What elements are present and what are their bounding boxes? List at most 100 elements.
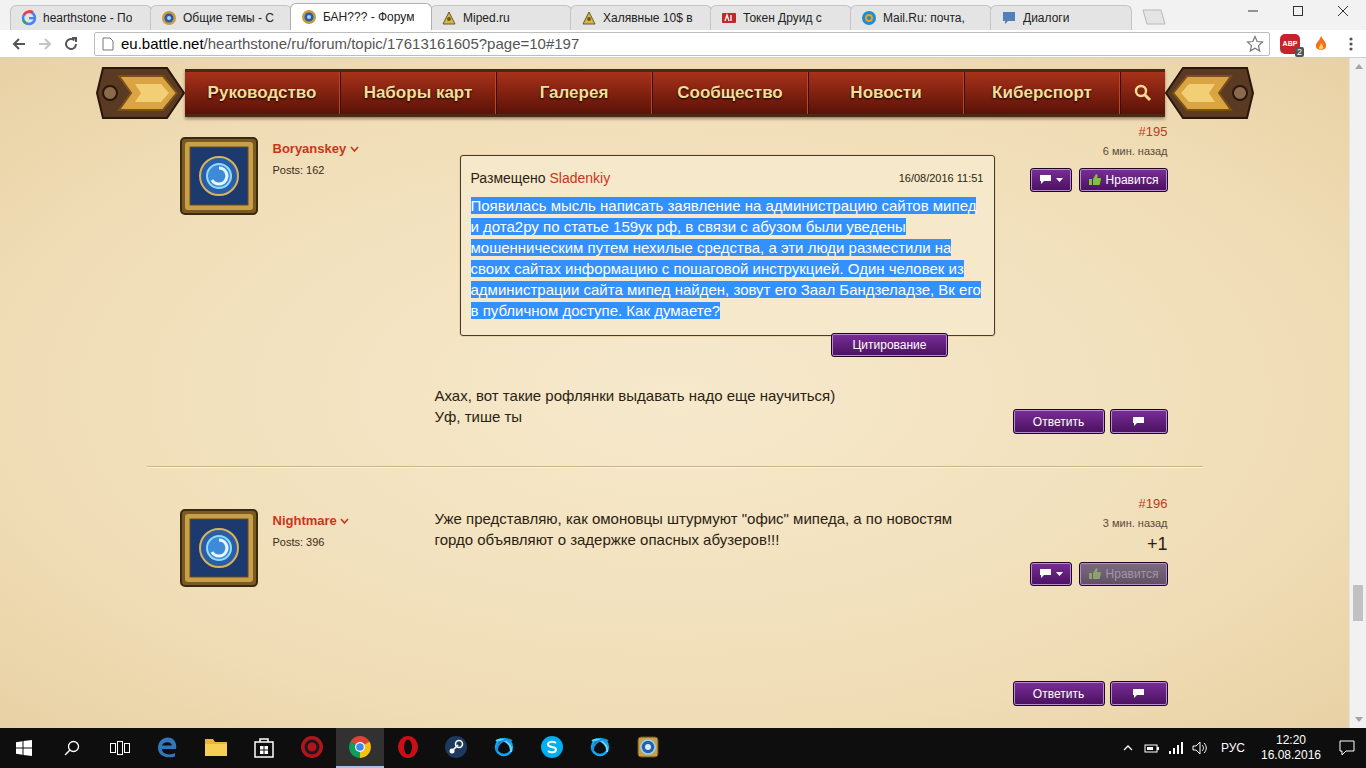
browser-tab[interactable]: Общие темы - С [150,5,292,30]
quote-button[interactable]: Цитирование [831,333,947,357]
browser-tab[interactable]: hearthstone - По [10,5,152,30]
author-name[interactable]: Nightmare [273,511,337,531]
menu-dots-icon[interactable] [1336,31,1366,57]
clock[interactable]: 12:2016.08.2016 [1254,733,1328,763]
nav-item[interactable]: Новости [809,72,965,114]
taskbar-app[interactable] [336,728,384,768]
reply-button[interactable]: Ответить [1013,409,1105,434]
post-time: 6 мин. назад [1103,143,1168,160]
taskbar-app[interactable] [192,728,240,768]
nav-item[interactable]: Галерея [497,72,653,114]
input-language[interactable]: РУС [1212,739,1254,757]
taskbar-app[interactable] [624,728,672,768]
forward-arrow-icon[interactable] [32,31,58,57]
extension-flame-icon[interactable] [1306,31,1336,57]
taskbar-app[interactable] [528,728,576,768]
browser-tab[interactable]: Халявные 10$ в [570,5,712,30]
new-tab-icon[interactable] [1138,8,1168,26]
address-bar[interactable]: eu.battle.net/hearthstone/ru/forum/topic… [94,32,1270,56]
bookmark-star-icon[interactable] [1245,34,1265,54]
browser-tab[interactable]: Mail.Ru: почта, [850,5,992,30]
taskbar-app[interactable] [240,728,288,768]
hearthstone-avatar-icon[interactable] [180,509,258,587]
close-icon[interactable] [1320,0,1366,22]
post-text: Уже представляю, как омоновцы штурмуют "… [435,508,995,550]
browser-tab[interactable]: БАН??? - Форум [290,3,432,30]
taskbar-app[interactable] [144,728,192,768]
tab-label: Диалоги [1023,9,1069,27]
reply-label: Ответить [1033,413,1084,431]
task-view-icon[interactable] [96,728,144,768]
like-button[interactable]: Нравится [1079,562,1168,586]
post-author: Nightmare Posts: 396 [147,497,435,706]
browser-tab[interactable]: Токен Друид с [710,5,852,30]
nav-item[interactable]: Киберспорт [965,72,1121,114]
comment-dropdown[interactable] [1030,168,1072,192]
chevron-down-icon[interactable] [349,145,359,153]
tab-label: Токен Друид с [743,9,822,27]
site-nav-wrap: РуководствоНаборы картГалереяСообщество Н… [0,58,1349,124]
minimize-icon[interactable] [1230,0,1275,22]
site-favicon-icon [21,10,37,26]
nav-item-label: Киберспорт [992,80,1092,106]
search-icon[interactable] [48,728,96,768]
comment-bubble-icon [1132,688,1145,699]
reload-icon[interactable] [58,31,84,57]
taskbar-app[interactable] [576,728,624,768]
notification-icon[interactable] [1328,728,1366,768]
comment-button[interactable] [1110,409,1168,434]
chevron-up-icon[interactable] [1116,728,1140,768]
post-text-line: Уф, тише ты [435,406,995,427]
battery-icon[interactable] [1140,728,1164,768]
clock-date: 16.08.2016 [1261,748,1321,763]
scroll-up-icon[interactable] [1350,58,1366,75]
comment-button[interactable] [1110,681,1168,706]
maximize-icon[interactable] [1275,0,1320,22]
taskbar-app[interactable] [384,728,432,768]
post-meta: #1963 мин. назад+1НравитсяОтветить [995,497,1203,706]
comment-bubble-icon [1039,568,1052,579]
scrollbar[interactable] [1349,58,1366,728]
post-number[interactable]: #195 [1139,125,1168,139]
url-host: eu.battle.net [121,35,204,52]
taskbar-app[interactable] [480,728,528,768]
like-label: Нравится [1106,171,1159,189]
battlenet-app-icon [491,734,517,760]
taskbar-app[interactable] [288,728,336,768]
taskbar-app[interactable] [432,728,480,768]
volume-icon[interactable] [1188,728,1212,768]
post-text: Ахах, вот такие рофлянки выдавать надо е… [435,385,995,427]
chevron-down-icon[interactable] [340,517,350,525]
forum-post: BoryanskeyPosts: 162РазмещеноSladenkiy16… [147,124,1203,466]
like-label: Нравится [1106,565,1159,583]
quote-author[interactable]: Sladenkiy [550,168,611,189]
post-number[interactable]: #196 [1139,497,1168,511]
hearthstone-avatar-icon[interactable] [180,137,258,215]
adblock-button[interactable]: ABP2 [1274,31,1306,57]
tab-label: Общие темы - С [183,9,274,27]
scroll-down-icon[interactable] [1350,711,1366,728]
nav-item[interactable]: Сообщество [653,72,809,114]
author-name[interactable]: Boryanskey [273,139,347,159]
author-name-row[interactable]: Nightmare [273,511,350,531]
back-arrow-icon[interactable] [6,31,32,57]
like-button[interactable]: Нравится [1079,168,1168,192]
browser-tab[interactable]: Диалоги [990,5,1132,30]
reply-button[interactable]: Ответить [1013,681,1105,706]
scroll-thumb[interactable] [1353,585,1363,621]
search-icon[interactable] [1121,72,1165,114]
browser-tab[interactable]: Miped.ru [430,5,572,30]
comment-bubble-icon [1039,174,1052,185]
nav-item[interactable]: Наборы карт [341,72,497,114]
comment-dropdown[interactable] [1030,562,1072,586]
reply-actions: Ответить [1013,681,1168,706]
scroll-track[interactable] [1350,75,1366,711]
nav-item[interactable]: Руководство [185,72,341,114]
signal-icon[interactable] [1164,728,1188,768]
post-count: Posts: 396 [273,534,350,551]
windows-start-icon[interactable] [0,728,48,768]
nav-item-label: Новости [850,80,921,106]
author-name-row[interactable]: Boryanskey [273,139,360,159]
steam-app-icon [443,734,469,760]
post-text-line: Уже представляю, как омоновцы штурмуют "… [435,508,995,550]
